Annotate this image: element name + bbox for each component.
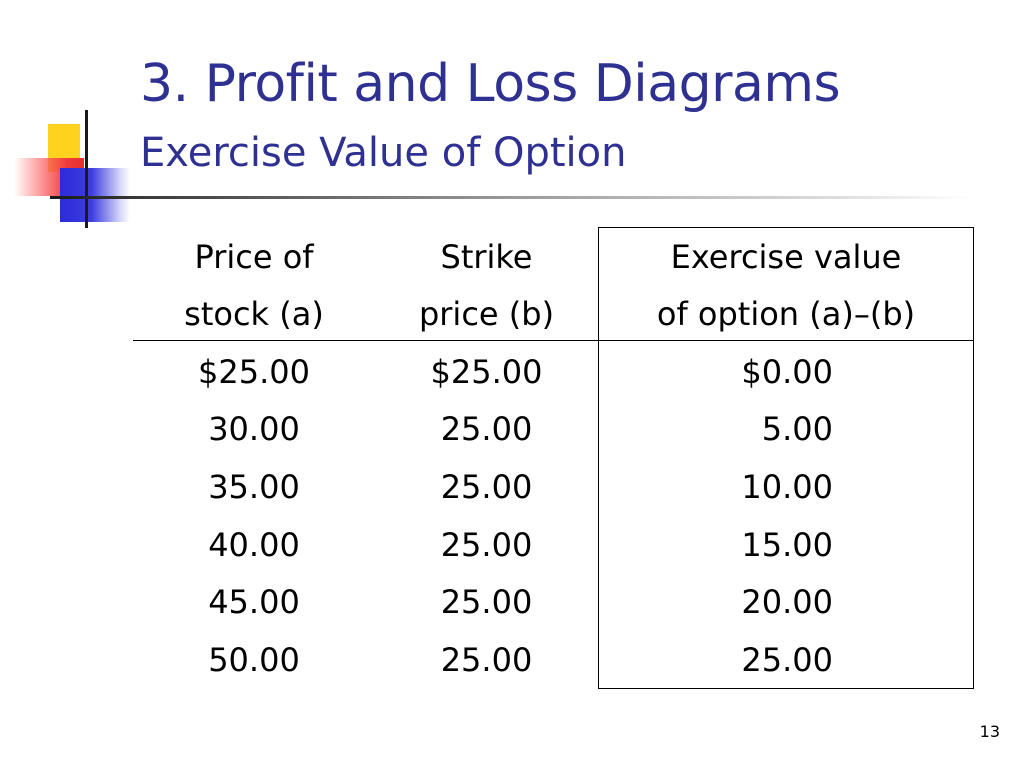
table-cell-stock-price: 30.00	[208, 410, 300, 448]
exercise-value-table: Price of stock (a) Strike price (b) Exer…	[133, 227, 974, 689]
table-cell-stock-price: 50.00	[208, 641, 300, 679]
header-price-of-stock-line1: Price of	[194, 238, 314, 276]
table-cell-strike-price: 25.00	[440, 410, 533, 448]
header-strike-price-line1: Strike	[440, 238, 533, 276]
table-cell-exercise-value: 25.00	[741, 641, 833, 679]
header-exercise-value-line2: of option (a)–(b)	[656, 295, 916, 333]
table-cell-strike-price: 25.00	[440, 468, 533, 506]
ornament-vertical-line	[85, 110, 88, 228]
header-price-of-stock-line2: stock (a)	[184, 295, 324, 333]
ornament-blue-bar	[60, 168, 130, 222]
table-cell-strike-price: $25.00	[430, 353, 543, 391]
table-cell-stock-price: $25.00	[198, 353, 310, 391]
table-cell-exercise-value: $0.00	[741, 353, 833, 391]
table-cell-exercise-value: 10.00	[741, 468, 833, 506]
slide-subtitle: Exercise Value of Option	[140, 130, 627, 176]
table-cell-strike-price: 25.00	[440, 641, 533, 679]
table-cell-exercise-value: 5.00	[761, 410, 833, 448]
page-number: 13	[979, 722, 1000, 741]
table-cell-stock-price: 40.00	[208, 526, 300, 564]
table-cell-exercise-value: 15.00	[741, 526, 833, 564]
header-strike-price-line2: price (b)	[418, 295, 555, 333]
table-cell-exercise-value: 20.00	[741, 583, 833, 621]
table-cell-stock-price: 45.00	[208, 583, 300, 621]
table-cell-strike-price: 25.00	[440, 526, 533, 564]
title-divider-line	[50, 196, 970, 199]
table-cell-strike-price: 25.00	[440, 583, 533, 621]
slide-title: 3. Profit and Loss Diagrams	[140, 54, 841, 114]
header-exercise-value-line1: Exercise value	[670, 238, 902, 276]
table-cell-stock-price: 35.00	[208, 468, 300, 506]
